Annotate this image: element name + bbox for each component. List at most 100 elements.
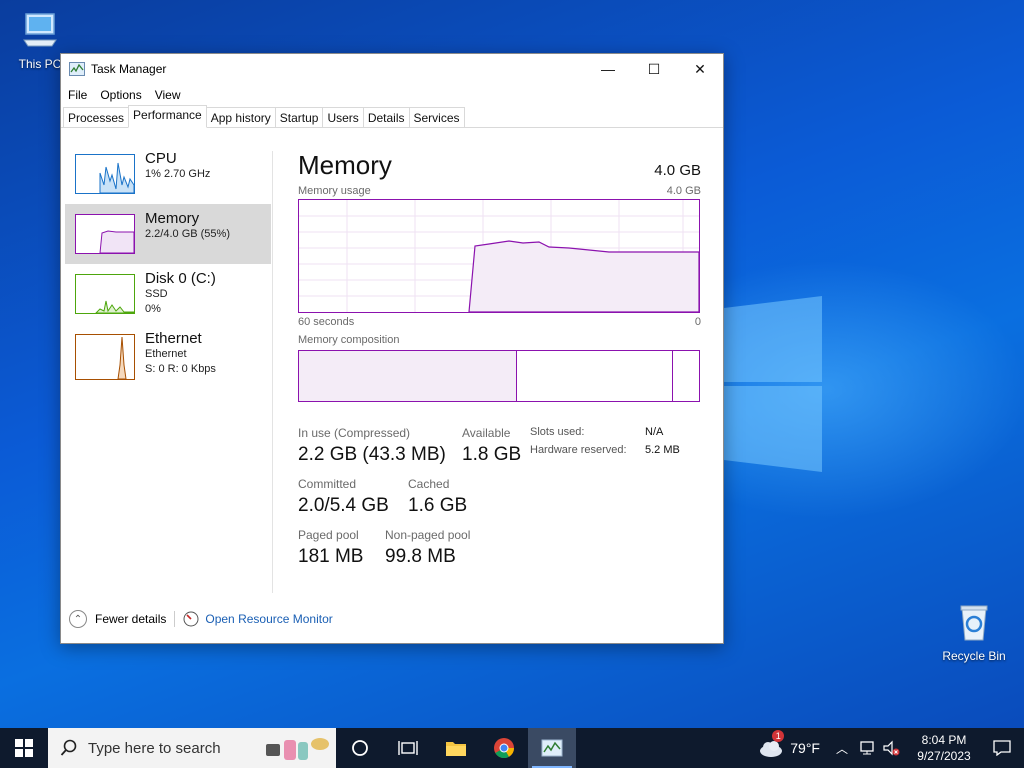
tab-app-history[interactable]: App history: [205, 107, 276, 127]
panel-total: 4.0 GB: [654, 162, 701, 179]
stat-value: 1.8 GB: [462, 444, 522, 465]
memory-thumbnail-graph: [75, 214, 135, 254]
weather-temperature: 79°F: [790, 740, 820, 756]
windows-logo-wallpaper: [724, 290, 824, 480]
volume-muted-icon[interactable]: [882, 740, 900, 756]
sidebar-item-memory[interactable]: Memory 2.2/4.0 GB (55%): [65, 204, 271, 264]
stat-value: 1.6 GB: [408, 495, 468, 516]
chrome-button[interactable]: [480, 728, 528, 768]
memory-composition-bar: [298, 350, 700, 402]
stat-slots-used: Slots used: N/A: [530, 426, 663, 438]
disk-thumbnail-graph: [75, 274, 135, 314]
computer-icon: [23, 13, 57, 47]
fewer-details-button[interactable]: Fewer details: [95, 612, 166, 626]
stat-value: 99.8 MB: [385, 546, 456, 567]
stat-label: Slots used:: [530, 426, 585, 438]
memory-stats: In use (Compressed) 2.2 GB (43.3 MB) Ava…: [298, 426, 701, 586]
resource-monitor-icon[interactable]: [183, 611, 199, 627]
menu-file[interactable]: File: [67, 88, 93, 102]
panel-title: Memory: [298, 150, 392, 180]
tab-performance[interactable]: Performance: [128, 105, 207, 128]
footer-separator: [174, 611, 176, 627]
maximize-button[interactable]: ☐: [631, 54, 677, 84]
stat-value: 2.0/5.4 GB: [298, 495, 389, 516]
chevron-up-icon[interactable]: ︿: [836, 740, 848, 757]
task-view-button[interactable]: [384, 728, 432, 768]
weather-widget[interactable]: 1 79°F: [758, 730, 820, 758]
stat-value: 2.2 GB (43.3 MB): [298, 444, 446, 465]
cortana-button[interactable]: [336, 728, 384, 768]
stat-label: Hardware reserved:: [530, 444, 627, 456]
window-title: Task Manager: [91, 62, 167, 76]
composition-in-use[interactable]: [299, 351, 517, 401]
stat-value: 5.2 MB: [645, 444, 680, 456]
stat-label: Cached: [408, 477, 450, 491]
stat-label: Paged pool: [298, 528, 359, 542]
performance-sidebar: CPU 1% 2.70 GHz Memory 2.2/4.0 GB (55%) …: [65, 144, 271, 388]
close-button[interactable]: ✕: [677, 54, 723, 84]
sidebar-item-title: Disk 0 (C:): [145, 270, 216, 287]
tab-details[interactable]: Details: [362, 107, 410, 127]
stat-cached: Cached 1.6 GB: [408, 477, 467, 517]
task-manager-window: Task Manager — ☐ ✕ File Options View Pro…: [60, 53, 724, 644]
network-icon[interactable]: [858, 740, 876, 756]
stat-in-use: In use (Compressed) 2.2 GB (43.3 MB): [298, 426, 446, 466]
usage-graph-label: Memory usage: [298, 185, 371, 197]
stat-value: N/A: [645, 426, 664, 438]
desktop-icon-label: Recycle Bin: [942, 649, 1006, 663]
composition-standby[interactable]: [517, 351, 673, 401]
sidebar-item-detail: SSD: [145, 288, 168, 300]
composition-free[interactable]: [673, 351, 699, 401]
sidebar-item-disk[interactable]: Disk 0 (C:) SSD 0%: [65, 264, 271, 324]
stat-label: Committed: [298, 477, 357, 491]
menu-view[interactable]: View: [154, 88, 187, 102]
stat-available: Available 1.8 GB: [462, 426, 521, 466]
folder-icon: [446, 742, 466, 756]
graph-axis-right: 0: [694, 316, 701, 328]
tab-users[interactable]: Users: [322, 107, 364, 127]
taskbar-search-box[interactable]: Type here to search: [48, 728, 336, 768]
notifications-button[interactable]: [980, 728, 1024, 768]
search-icon: [60, 739, 77, 756]
stat-hardware-reserved: Hardware reserved: 5.2 MB: [530, 444, 680, 456]
chrome-icon: [494, 738, 515, 759]
pane-divider: [272, 151, 273, 593]
sidebar-item-usage: 0%: [145, 303, 161, 315]
task-view-icon: [398, 741, 418, 755]
file-explorer-button[interactable]: [432, 728, 480, 768]
tab-startup[interactable]: Startup: [274, 107, 324, 127]
clock[interactable]: 8:04 PM 9/27/2023: [908, 732, 980, 764]
menu-bar: File Options View: [61, 84, 723, 106]
sidebar-item-cpu[interactable]: CPU 1% 2.70 GHz: [65, 144, 271, 204]
desktop-icon-recycle-bin[interactable]: Recycle Bin: [939, 602, 1009, 663]
stat-value: 181 MB: [298, 546, 364, 567]
minimize-button[interactable]: —: [585, 54, 631, 84]
stat-label: Non-paged pool: [385, 528, 471, 542]
clock-time: 8:04 PM: [921, 733, 967, 747]
start-button[interactable]: [0, 728, 48, 768]
task-manager-icon: [541, 739, 563, 757]
sidebar-item-title: Ethernet: [145, 330, 202, 347]
sidebar-item-ethernet[interactable]: Ethernet Ethernet S: 0 R: 0 Kbps: [65, 324, 271, 388]
tab-services[interactable]: Services: [408, 107, 465, 127]
clock-date: 9/27/2023: [917, 749, 971, 763]
composition-label: Memory composition: [298, 334, 400, 346]
search-highlight-icon: [266, 738, 329, 760]
tab-strip: Processes Performance App history Startu…: [61, 105, 723, 128]
title-bar[interactable]: Task Manager — ☐ ✕: [61, 54, 723, 84]
graph-axis-left: 60 seconds: [298, 316, 355, 328]
stat-label: In use (Compressed): [298, 426, 411, 440]
memory-panel: Memory 4.0 GB Memory usage 4.0 GB 60 sec…: [298, 144, 701, 586]
tab-processes[interactable]: Processes: [63, 107, 130, 127]
windows-icon: [15, 739, 33, 757]
menu-options[interactable]: Options: [99, 88, 147, 102]
task-manager-taskbar-button[interactable]: [528, 728, 576, 768]
sidebar-item-title: CPU: [145, 150, 177, 167]
open-resource-monitor-link[interactable]: Open Resource Monitor: [205, 612, 332, 626]
cpu-thumbnail-graph: [75, 154, 135, 194]
task-manager-icon: [69, 62, 85, 76]
window-footer: ⌃ Fewer details Open Resource Monitor: [69, 610, 333, 628]
stat-paged-pool: Paged pool 181 MB: [298, 528, 363, 568]
chevron-up-icon[interactable]: ⌃: [69, 610, 87, 628]
memory-usage-graph: [298, 199, 700, 313]
